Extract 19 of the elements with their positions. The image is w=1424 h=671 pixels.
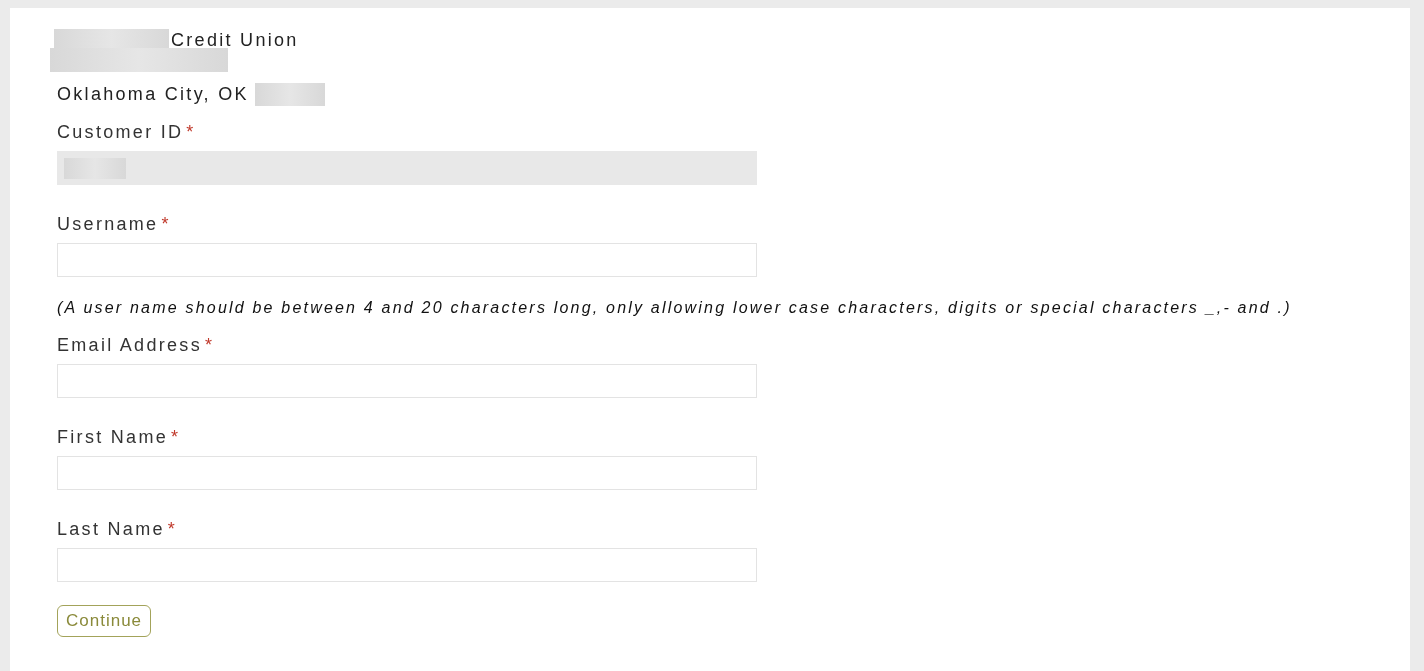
institution-name: Credit Union <box>171 29 299 51</box>
field-label: Customer ID <box>57 122 184 142</box>
field-label: Last Name <box>57 519 165 539</box>
field-label: Email Address <box>57 335 202 355</box>
required-mark: * <box>161 214 171 234</box>
continue-button[interactable]: Continue <box>57 605 152 637</box>
input-field[interactable] <box>57 364 757 398</box>
input-field[interactable] <box>57 243 757 277</box>
required-mark: * <box>186 122 196 142</box>
address-line: Oklahoma City, OK <box>57 83 249 105</box>
required-mark: * <box>204 335 215 355</box>
redacted-block <box>254 82 325 106</box>
hint-text: (A user name should be between 4 and 20 characters long, only allowing lower case characters, digits or special characters _,- and .) <box>57 299 1293 317</box>
required-mark: * <box>167 519 178 539</box>
input-field[interactable] <box>57 548 757 582</box>
required-mark: * <box>171 427 181 447</box>
input-field[interactable] <box>57 456 757 490</box>
field-label: First Name <box>57 427 168 447</box>
field-label: Username <box>57 214 159 234</box>
